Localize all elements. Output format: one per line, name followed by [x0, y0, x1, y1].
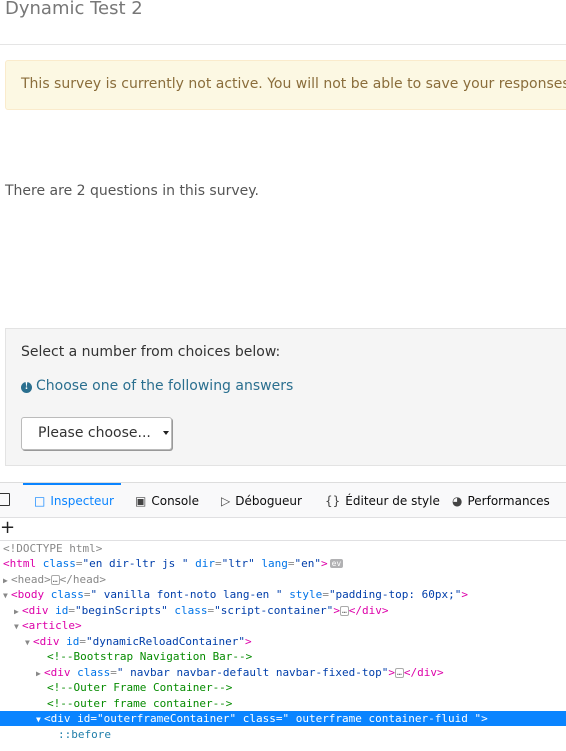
- tree-row-comment[interactable]: <!--Outer Frame Container-->: [0, 680, 566, 695]
- tab-performance[interactable]: ◕ Performances: [452, 483, 550, 517]
- answer-select-value: Please choose...: [38, 425, 151, 441]
- inactive-survey-alert: This survey is currently not active. You…: [5, 60, 566, 110]
- inspector-subtoolbar: +: [0, 517, 566, 541]
- tab-inspector[interactable]: □ Inspecteur: [23, 483, 121, 517]
- collapse-triangle-icon[interactable]: ▼: [14, 619, 22, 633]
- info-icon: !: [21, 382, 32, 393]
- answer-select[interactable]: Please choose...: [21, 417, 172, 450]
- tree-row-html[interactable]: <html class="en dir-ltr js " dir="ltr" l…: [0, 556, 566, 571]
- ellipsis-icon[interactable]: …: [50, 575, 60, 585]
- console-icon: ▣: [135, 494, 147, 508]
- tree-row-outerframe-selected[interactable]: ▼ <div id="outerframeContainer" class=" o…: [0, 711, 566, 726]
- collapse-triangle-icon[interactable]: ▼: [3, 588, 11, 602]
- expand-triangle-icon[interactable]: ▶: [36, 666, 44, 680]
- style-editor-icon: {}: [325, 494, 341, 508]
- tree-row-comment[interactable]: <!--Bootstrap Navigation Bar-->: [0, 649, 566, 664]
- tree-row-head[interactable]: ▶ <head>… </head>: [0, 572, 566, 587]
- tree-row-body[interactable]: ▼ <body class=" vanilla font-noto lang-en…: [0, 587, 566, 602]
- ellipsis-icon[interactable]: …: [395, 668, 404, 678]
- inspector-icon: □: [34, 494, 46, 508]
- performance-icon: ◕: [452, 494, 463, 508]
- question-text: Select a number from choices below:: [21, 344, 281, 360]
- tab-debugger[interactable]: ▷ Débogueur: [221, 483, 302, 517]
- tree-row-article[interactable]: ▼ <article>: [0, 618, 566, 633]
- devtools-panel: □ Inspecteur ▣ Console ▷ Débogueur {} Éditeu…: [0, 482, 566, 751]
- survey-title: Dynamic Test 2: [5, 0, 143, 19]
- element-picker-icon[interactable]: [0, 493, 10, 506]
- question-help-text: Choose one of the following answers: [36, 378, 294, 394]
- tree-row-navbar[interactable]: ▶ <div class=" navbar navbar-default navb…: [0, 665, 566, 680]
- expand-triangle-icon[interactable]: ▶: [14, 604, 22, 618]
- debugger-icon: ▷: [221, 494, 231, 508]
- question-count-text: There are 2 questions in this survey.: [5, 183, 259, 199]
- tree-row-pseudo-before[interactable]: ::before: [0, 727, 566, 742]
- tree-row-comment[interactable]: <!--outer frame container-->: [0, 696, 566, 711]
- event-badge[interactable]: ev: [329, 559, 344, 568]
- collapse-triangle-icon[interactable]: ▼: [36, 712, 44, 726]
- tab-console[interactable]: ▣ Console: [135, 483, 199, 517]
- alert-text: This survey is currently not active. You…: [21, 76, 566, 92]
- tab-style-editor[interactable]: {} Éditeur de style: [325, 483, 440, 517]
- tree-row-begin-scripts[interactable]: ▶ <div id="beginScripts" class="script-co…: [0, 603, 566, 618]
- chevron-down-icon: [163, 431, 169, 435]
- question-help: ! Choose one of the following answers: [21, 378, 293, 394]
- survey-page: Dynamic Test 2 This survey is currently …: [0, 0, 566, 482]
- collapse-triangle-icon[interactable]: ▼: [25, 635, 33, 649]
- expand-triangle-icon[interactable]: ▶: [3, 573, 11, 587]
- question-panel: Select a number from choices below: ! Cho…: [5, 328, 566, 466]
- ellipsis-icon[interactable]: …: [339, 606, 349, 616]
- devtools-toolbar: □ Inspecteur ▣ Console ▷ Débogueur {} Éditeu…: [0, 483, 566, 518]
- tree-row-doctype[interactable]: <!DOCTYPE html>: [0, 541, 566, 556]
- tree-row-reload-container[interactable]: ▼ <div id="dynamicReloadContainer">: [0, 634, 566, 649]
- add-node-button[interactable]: +: [0, 517, 15, 538]
- title-divider: [0, 44, 566, 45]
